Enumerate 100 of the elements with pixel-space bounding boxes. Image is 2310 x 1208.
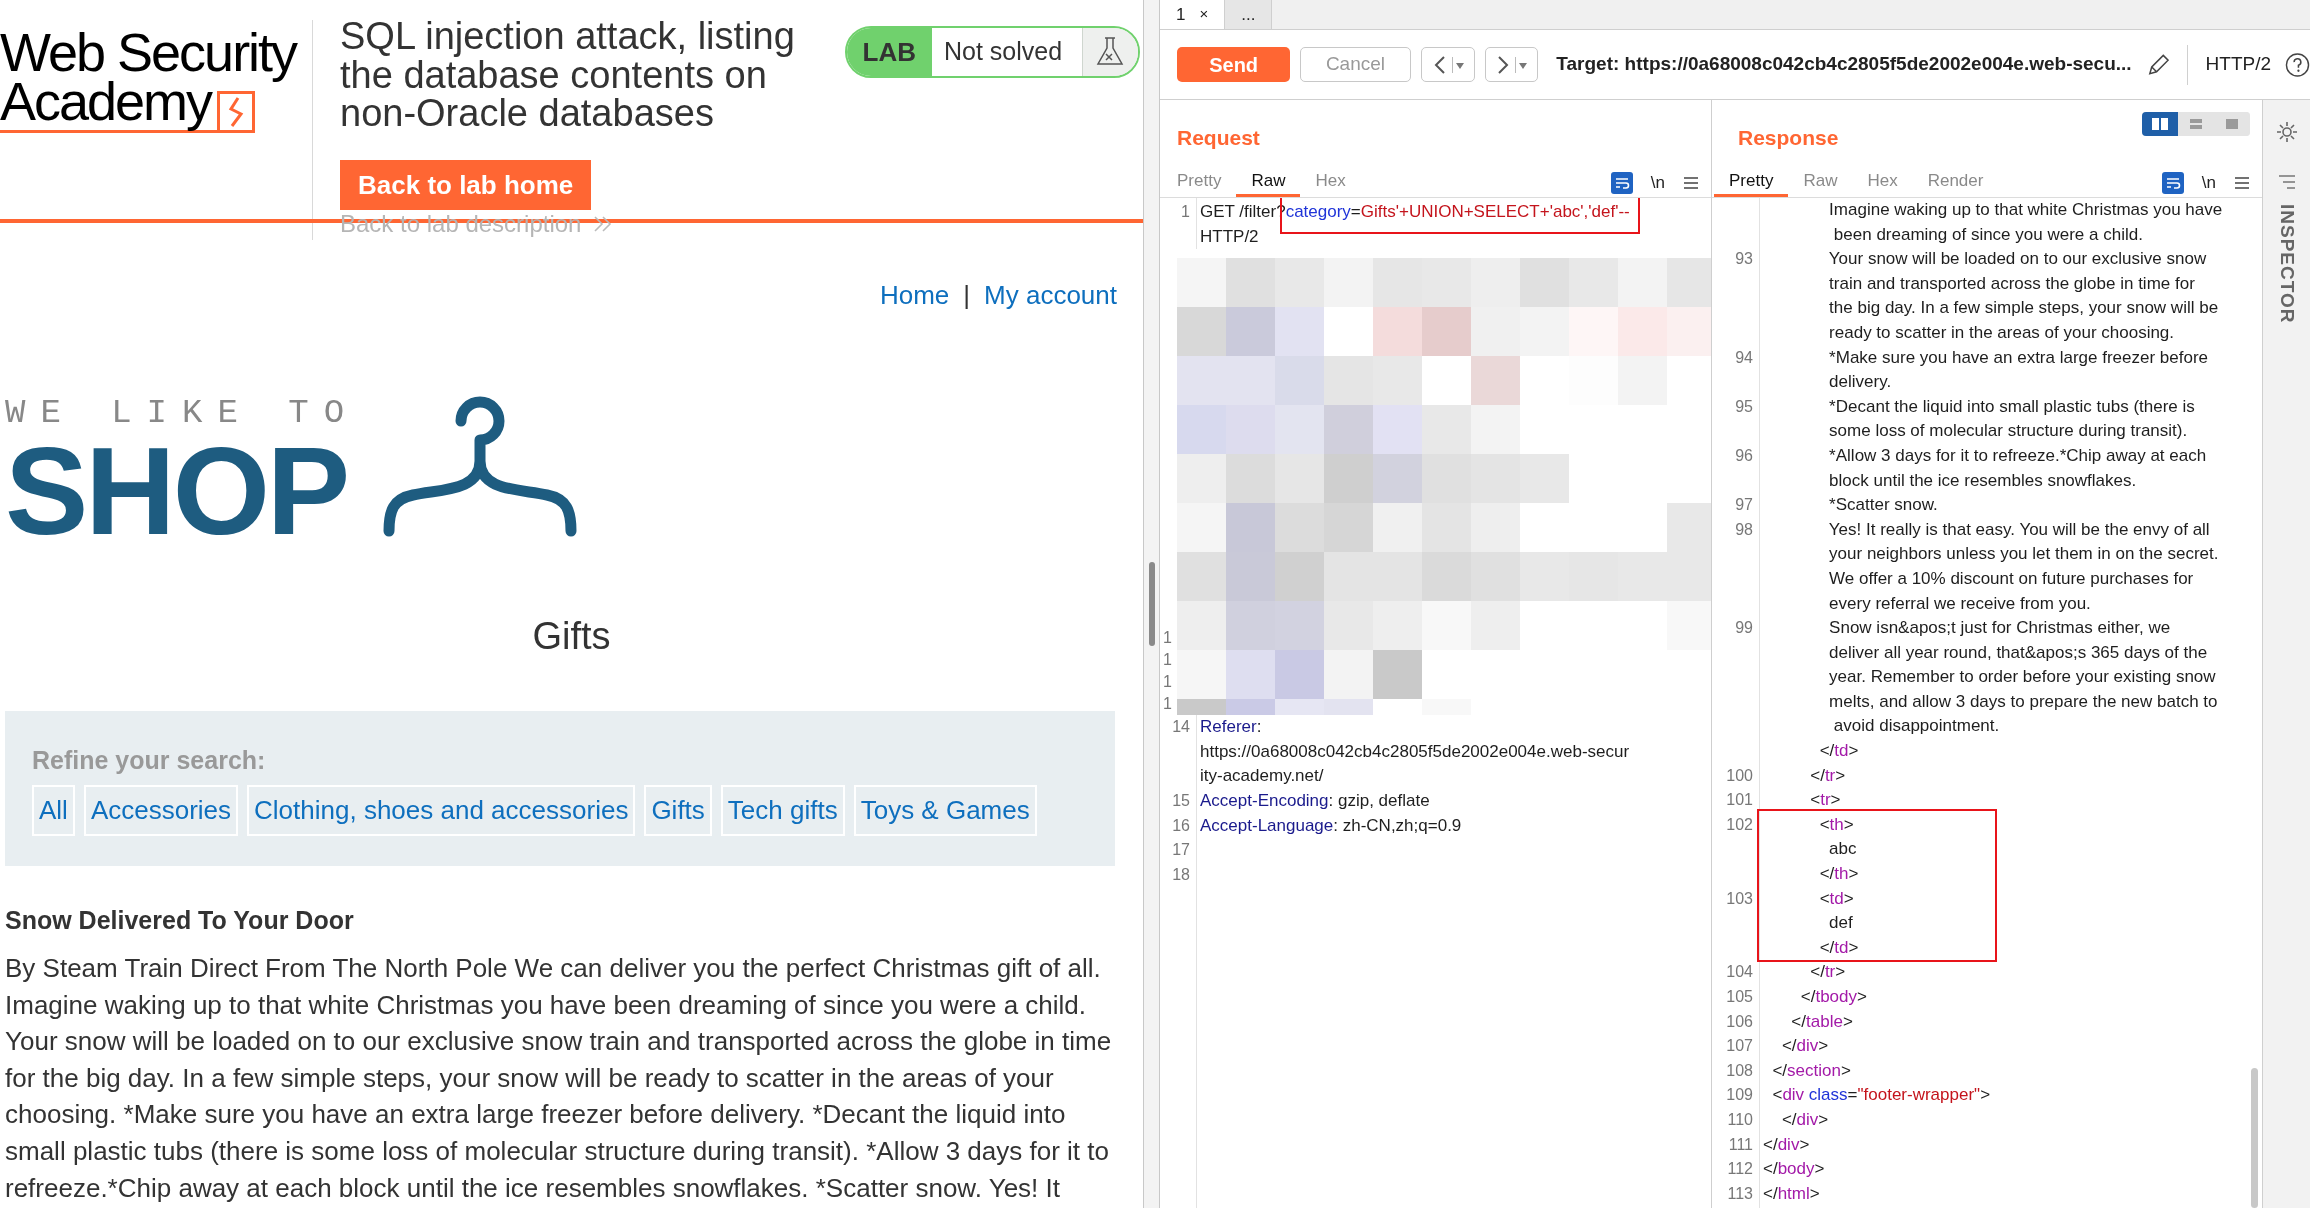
side-by-side-layout-icon[interactable] bbox=[2142, 112, 2178, 136]
filter-link[interactable]: Tech gifts bbox=[720, 785, 845, 836]
line-number: 110 bbox=[1726, 1109, 1754, 1130]
menu-icon[interactable] bbox=[1683, 175, 1699, 190]
nav-link[interactable]: My account bbox=[984, 276, 1117, 315]
view-tab[interactable]: Pretty bbox=[1714, 168, 1789, 197]
help-icon bbox=[2285, 51, 2310, 78]
newline-toggle[interactable]: \n bbox=[1650, 169, 1665, 196]
wrap-lines-icon[interactable] bbox=[2161, 171, 2184, 194]
code-line: </div> bbox=[1780, 1035, 1829, 1058]
line-number: 106 bbox=[1725, 1011, 1754, 1032]
menu-icon[interactable] bbox=[2234, 175, 2250, 190]
article-title: Snow Delivered To Your Door bbox=[5, 905, 354, 935]
close-icon[interactable]: × bbox=[1199, 3, 1209, 26]
code-line: *Decant the liquid into small plastic tubs (there is some loss of molecular structure during transit). bbox=[1828, 395, 2195, 443]
lab-title: SQL injection attack, listing the database contents on non-Oracle databases bbox=[340, 17, 796, 133]
code-line: *Scatter snow. bbox=[1828, 494, 1938, 517]
code-line: Snow isn&apos;t just for Christmas either, we deliver all year round, that&apos;s 365 days of the year. Remember to order before your existing snow melts, and allow 3 days to prepare the new batch to avoid disappointment. </td> bbox=[1818, 617, 2218, 763]
pane-title: Response bbox=[1738, 124, 1839, 151]
line-number: 94 bbox=[1734, 347, 1754, 368]
line-number: 108 bbox=[1725, 1060, 1754, 1081]
editor-tab[interactable]: 1 × bbox=[1160, 0, 1226, 29]
code-line: Referer: https://0a68008c042cb4c2805f5de2002e004e.web-secur ity-academy.net/ bbox=[1199, 716, 1630, 788]
view-tab[interactable]: Render bbox=[1912, 168, 1999, 197]
line-number: 96 bbox=[1734, 445, 1754, 466]
target-url: Target: https://0a68008c042cb4c2805f5de2002e004e.web-secu... bbox=[1556, 52, 2132, 77]
tab-label: 1 bbox=[1176, 3, 1186, 26]
shop-logo-text: SHOP bbox=[5, 441, 348, 541]
line-number: 1 bbox=[1163, 650, 1173, 671]
back-to-lab-home-button[interactable]: Back to lab home bbox=[340, 159, 592, 210]
newline-toggle[interactable]: \n bbox=[2201, 169, 2216, 196]
line-number: 104 bbox=[1725, 962, 1754, 983]
line-number: 103 bbox=[1725, 888, 1754, 909]
line-number: 15 bbox=[1171, 790, 1191, 811]
line-number: 112 bbox=[1726, 1159, 1754, 1180]
logo-text: Academy bbox=[0, 72, 218, 133]
code-line: Imagine waking up to that white Christmas you have been dreaming of since you were a child. bbox=[1828, 199, 2223, 246]
line-number: 97 bbox=[1734, 495, 1754, 516]
code-line: <td> def </td> bbox=[1818, 887, 1859, 959]
view-tab[interactable]: Hex bbox=[1300, 168, 1361, 197]
line-number: 1 bbox=[1163, 628, 1173, 649]
line-number: 95 bbox=[1734, 396, 1754, 417]
code-line: </tbody> bbox=[1799, 986, 1867, 1008]
editor-tab[interactable]: ... bbox=[1225, 0, 1273, 29]
line-number: 14 bbox=[1171, 717, 1191, 738]
code-line: </body> bbox=[1762, 1158, 1825, 1181]
code-line: Your snow will be loaded on to our exclusive snow train and transported across the globe in time for the big day. In a few simple steps, your snow will be ready to scatter in the areas of your choosing. bbox=[1827, 248, 2219, 344]
view-tab[interactable]: Hex bbox=[1852, 168, 1913, 197]
line-number: 17 bbox=[1171, 840, 1191, 861]
code-line: Accept-Language: zh-CN,zh;q=0.9 bbox=[1199, 814, 1462, 837]
line-number: 93 bbox=[1734, 249, 1754, 270]
page-heading: Gifts bbox=[532, 614, 611, 659]
pane-title: Request bbox=[1177, 124, 1260, 151]
code-line: </div> bbox=[1762, 1133, 1810, 1156]
view-tab[interactable]: Raw bbox=[1788, 168, 1853, 197]
code-line: </div> bbox=[1780, 1108, 1829, 1131]
line-number: 102 bbox=[1725, 814, 1754, 835]
code-line: Accept-Encoding: gzip, deflate bbox=[1199, 789, 1430, 812]
view-tab[interactable]: Raw bbox=[1236, 168, 1301, 197]
lab-label: LAB bbox=[846, 28, 932, 76]
line-number: 105 bbox=[1725, 987, 1754, 1007]
code-line: <tr> bbox=[1809, 789, 1841, 812]
filter-link[interactable]: Clothing, shoes and accessories bbox=[247, 785, 636, 836]
article-text: By Steam Train Direct From The North Pole We can deliver you the perfect Christmas gift of all. Imagine waking up to that white Christmas you have been dreaming of since you were a child. Your snow will be loaded on to our exclusive snow train and transported across the globe in time for the big day. In a few simple steps, your snow will be ready to scatter in the areas of your choosing. *Make sure you have an extra large freezer before delivery. *Decant the liquid into small plastic tubs (there is some loss of molecular structure during transit). *Allow 3 days for it to refreeze.*Chip away at each block until the ice resembles snowflakes. *Scatter snow. Yes! It bbox=[5, 952, 1113, 1205]
filter-link[interactable]: Gifts bbox=[644, 785, 712, 836]
back-button[interactable] bbox=[1420, 47, 1475, 82]
lightning-icon bbox=[217, 91, 256, 133]
nav-link[interactable]: Home bbox=[879, 276, 950, 315]
filter-label: Refine your search: bbox=[32, 745, 266, 775]
filter-link[interactable]: All bbox=[32, 785, 75, 836]
code-line: *Allow 3 days for it to refreeze.*Chip away at each block until the ice resembles snowflakes. bbox=[1828, 444, 2207, 492]
list-icon[interactable] bbox=[2276, 174, 2297, 190]
wrap-lines-icon[interactable] bbox=[1610, 171, 1633, 194]
code-line: <div class="footer-wrapper"> bbox=[1771, 1084, 1991, 1107]
nav-separator: | bbox=[963, 279, 971, 312]
view-tab[interactable]: Pretty bbox=[1162, 168, 1237, 197]
line-number: 1 bbox=[1180, 202, 1191, 222]
inspector-tab[interactable]: INSPECTOR bbox=[2272, 204, 2301, 324]
forward-button[interactable] bbox=[1484, 47, 1539, 82]
settings-icon[interactable] bbox=[2274, 120, 2299, 144]
cancel-button[interactable]: Cancel bbox=[1300, 47, 1411, 82]
splitter-handle[interactable] bbox=[1148, 562, 1155, 646]
code-line: *Make sure you have an extra large freezer before delivery. bbox=[1828, 346, 2209, 394]
line-number: 16 bbox=[1171, 815, 1191, 836]
line-number: 113 bbox=[1726, 1183, 1754, 1204]
code-line: </table> bbox=[1790, 1010, 1853, 1033]
send-button[interactable]: Send bbox=[1177, 47, 1291, 82]
line-number: 100 bbox=[1725, 765, 1754, 786]
code-line: </tr> bbox=[1809, 961, 1846, 984]
line-number: 1 bbox=[1163, 672, 1173, 693]
line-number: 107 bbox=[1725, 1036, 1754, 1057]
protocol-label[interactable]: HTTP/2 bbox=[2205, 50, 2272, 79]
filter-link[interactable]: Accessories bbox=[83, 785, 239, 836]
line-number: 101 bbox=[1725, 790, 1754, 811]
code-line: <th> abc </th> bbox=[1818, 813, 1859, 886]
line-number: 98 bbox=[1734, 519, 1754, 540]
scrollbar-thumb[interactable] bbox=[2251, 1068, 2258, 1208]
code-line: </section> bbox=[1771, 1059, 1851, 1082]
line-number: 109 bbox=[1725, 1085, 1754, 1106]
filter-link[interactable]: Toys & Games bbox=[853, 785, 1037, 836]
